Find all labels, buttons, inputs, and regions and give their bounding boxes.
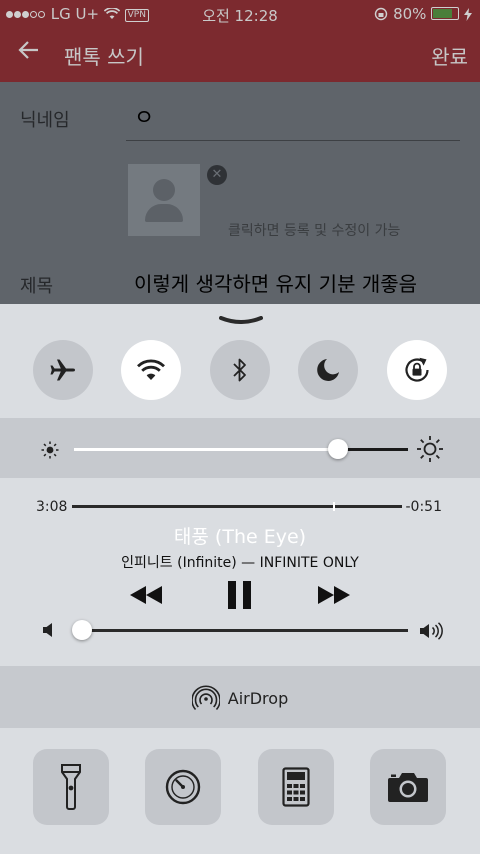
volume-low-icon bbox=[43, 623, 52, 637]
playback-scrubber[interactable] bbox=[72, 502, 402, 511]
photo-hint: 클릭하면 등록 및 수정이 가능 bbox=[228, 223, 401, 239]
battery-icon bbox=[431, 7, 460, 20]
camera-icon bbox=[388, 773, 428, 802]
pause-icon[interactable] bbox=[226, 579, 254, 611]
brightness-track-filled bbox=[74, 448, 338, 451]
brightness-knob[interactable] bbox=[328, 439, 348, 459]
brightness-low-icon bbox=[41, 441, 59, 459]
avatar-head bbox=[153, 179, 175, 201]
profile-photo-placeholder[interactable] bbox=[128, 164, 200, 236]
flashlight-icon bbox=[61, 764, 81, 810]
calculator-icon bbox=[282, 767, 310, 807]
wifi-icon bbox=[137, 359, 165, 380]
brightness-track-empty bbox=[338, 448, 408, 451]
brightness-high-icon bbox=[417, 436, 443, 462]
back-arrow-icon[interactable] bbox=[18, 40, 40, 66]
fast-forward-icon[interactable] bbox=[316, 583, 352, 607]
charging-icon bbox=[464, 5, 472, 23]
subject-input[interactable]: 이렇게 생각하면 유지 기분 개좋음 bbox=[134, 268, 417, 297]
page-title: 팬톡 쓰기 bbox=[64, 45, 144, 69]
nickname-underline bbox=[126, 140, 460, 141]
song-artist-album: 인피니트 (Infinite) — INFINITE ONLY bbox=[121, 555, 359, 571]
moon-icon bbox=[317, 359, 339, 381]
timer-icon bbox=[165, 769, 201, 805]
battery-percent: 80% bbox=[393, 5, 427, 23]
calculator-button[interactable] bbox=[258, 749, 334, 825]
grabber-chevron-icon[interactable] bbox=[219, 316, 263, 324]
control-center: 3:08 -0:51 태풍 (The Eye) 인피니트 (Infinite) … bbox=[0, 304, 480, 854]
rewind-icon[interactable] bbox=[128, 583, 164, 607]
bluetooth-icon bbox=[233, 358, 246, 382]
timer-button[interactable] bbox=[145, 749, 221, 825]
remove-photo-icon[interactable]: ✕ bbox=[207, 165, 227, 185]
avatar-body bbox=[145, 204, 183, 222]
airdrop-icon bbox=[191, 685, 220, 711]
rotation-lock-icon bbox=[405, 357, 429, 382]
status-right: 80% bbox=[374, 5, 472, 23]
nickname-label: 닉네임 bbox=[20, 110, 70, 131]
airdrop-button[interactable]: AirDrop bbox=[0, 684, 480, 712]
remaining-time: -0:51 bbox=[405, 499, 443, 515]
wifi-toggle[interactable] bbox=[121, 340, 181, 400]
playback-position-marker[interactable] bbox=[333, 502, 335, 511]
volume-high-icon bbox=[420, 622, 443, 640]
nickname-input[interactable]: ㅇ bbox=[134, 100, 154, 132]
airplane-icon bbox=[50, 359, 75, 381]
airdrop-label: AirDrop bbox=[227, 688, 289, 708]
rotation-lock-status-icon bbox=[374, 5, 393, 23]
subject-label: 제목 bbox=[20, 276, 54, 297]
status-bar: LG U+ VPN 오전 12:28 80% bbox=[0, 0, 480, 28]
flashlight-button[interactable] bbox=[33, 749, 109, 825]
song-title: 태풍 (The Eye) bbox=[173, 526, 307, 548]
camera-button[interactable] bbox=[370, 749, 446, 825]
bluetooth-toggle[interactable] bbox=[210, 340, 270, 400]
done-button[interactable]: 완료 bbox=[431, 41, 468, 70]
rotation-lock-toggle[interactable] bbox=[387, 340, 447, 400]
brightness-slider[interactable] bbox=[74, 439, 408, 459]
volume-knob[interactable] bbox=[72, 620, 92, 640]
do-not-disturb-toggle[interactable] bbox=[298, 340, 358, 400]
toggles-section bbox=[0, 304, 480, 418]
volume-slider[interactable] bbox=[72, 620, 408, 640]
elapsed-time: 3:08 bbox=[36, 499, 68, 515]
app-bar: 팬톡 쓰기 완료 bbox=[0, 28, 480, 82]
airplane-mode-toggle[interactable] bbox=[33, 340, 93, 400]
